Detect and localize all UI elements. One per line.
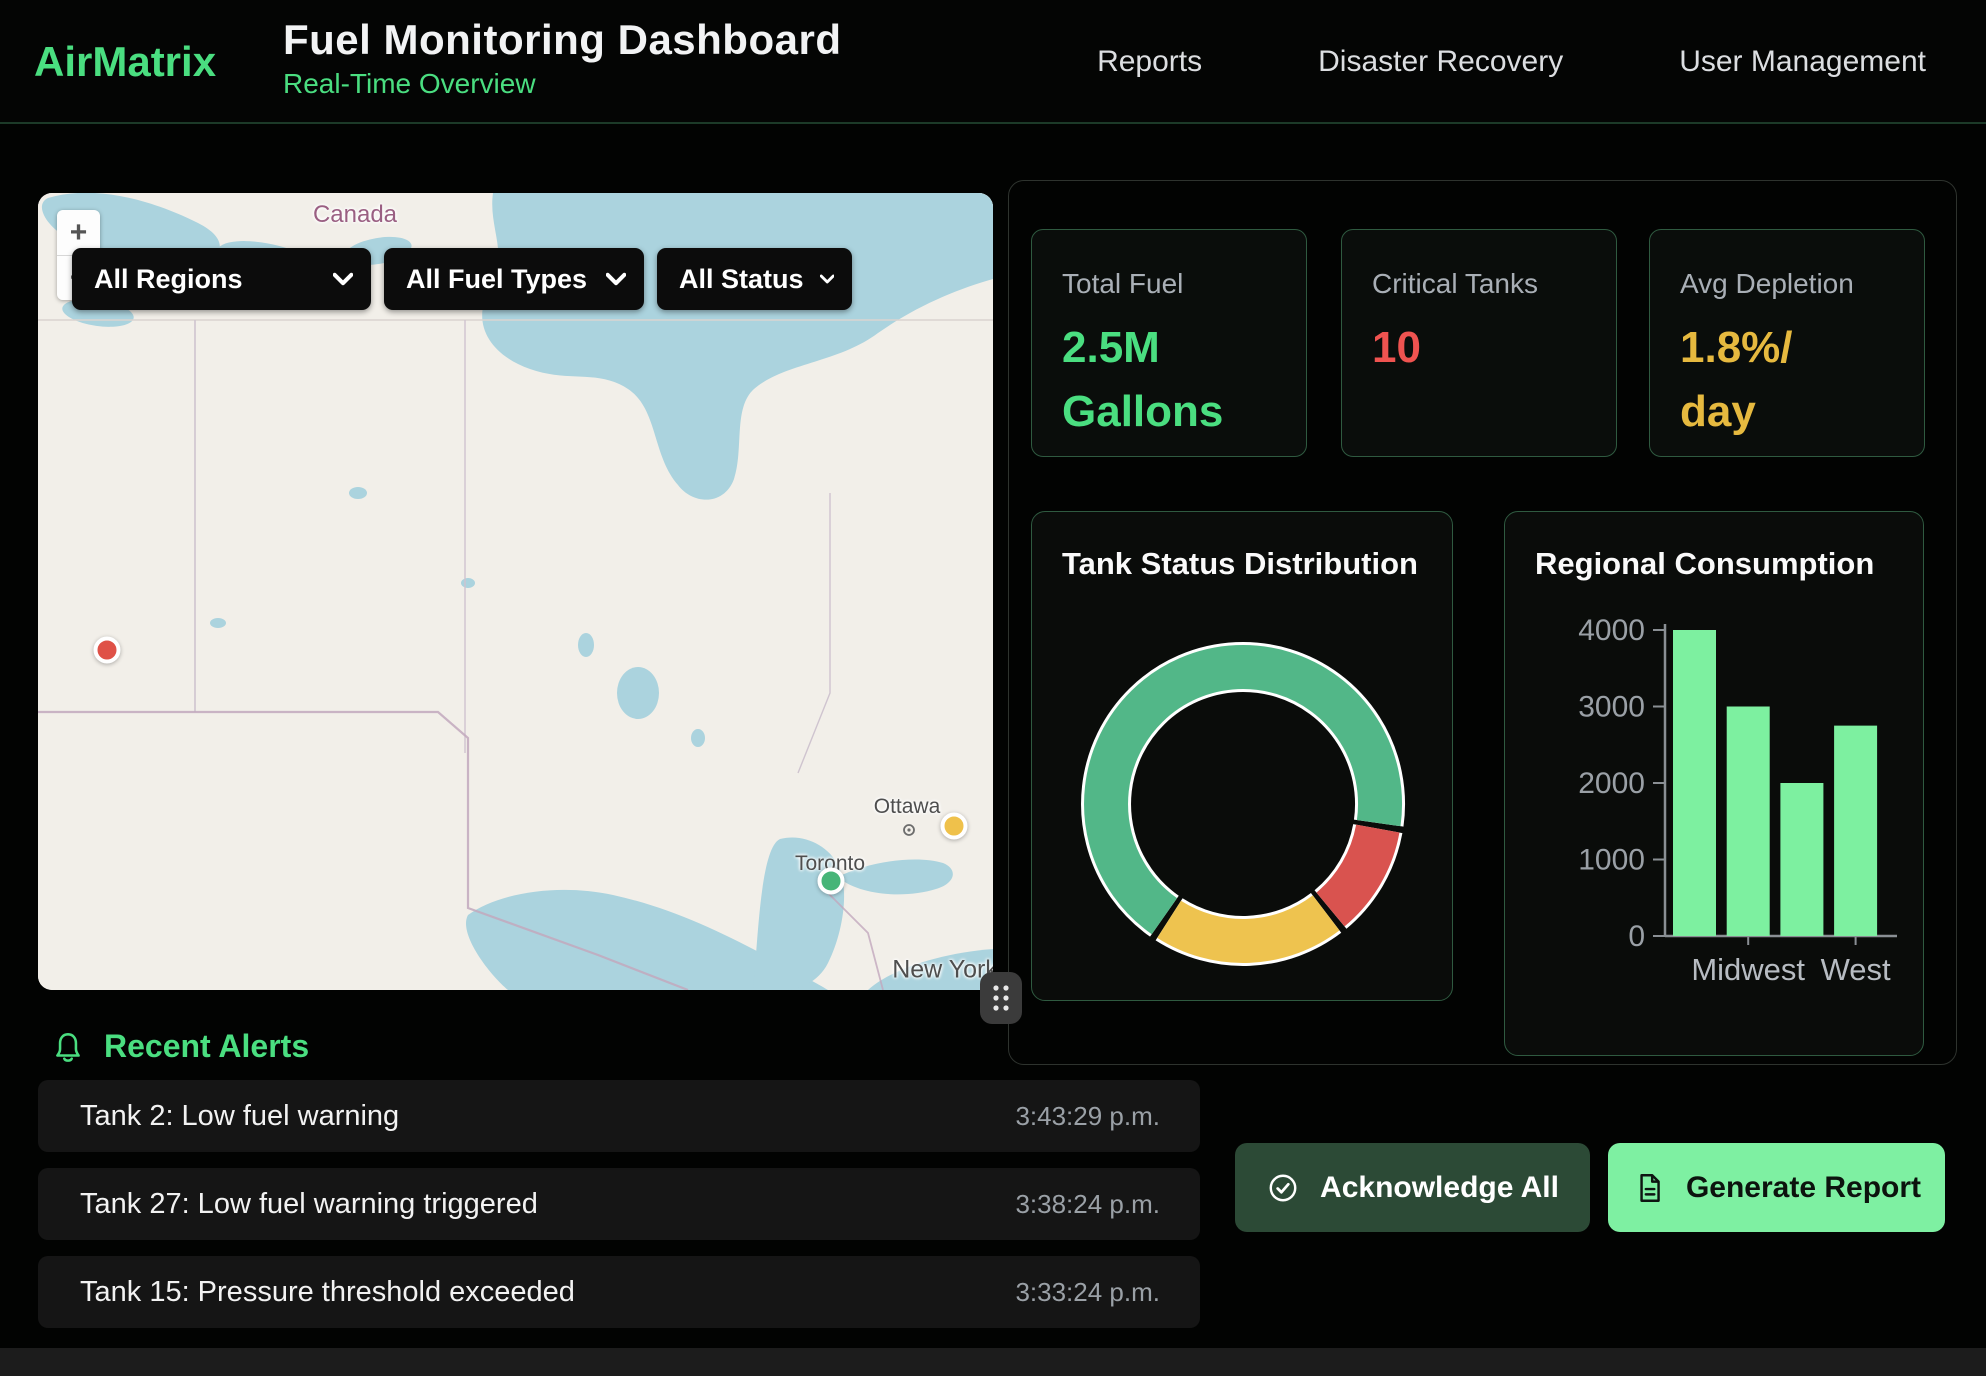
svg-text:0: 0	[1628, 920, 1645, 953]
chart-title: Tank Status Distribution	[1062, 546, 1418, 582]
stat-label: Critical Tanks	[1372, 268, 1586, 300]
alert-row[interactable]: Tank 2: Low fuel warning 3:43:29 p.m.	[38, 1080, 1200, 1152]
chevron-down-icon	[333, 272, 353, 286]
page-subtitle: Real-Time Overview	[283, 68, 841, 100]
map-water-lake	[349, 487, 367, 499]
dropdown-selected-value: All Regions	[94, 264, 243, 295]
fuel-map[interactable]: + − All Regions All Fuel Types All Statu…	[38, 193, 993, 990]
map-filter-dropdown[interactable]: All Regions	[72, 248, 371, 310]
generate-report-label: Generate Report	[1686, 1171, 1921, 1205]
nav-item[interactable]: Reports	[1097, 45, 1202, 79]
svg-text:1000: 1000	[1578, 844, 1645, 877]
fuel-monitoring-dashboard: AirMatrix Fuel Monitoring Dashboard Real…	[0, 0, 1986, 1376]
dropdown-selected-value: All Status	[679, 264, 804, 295]
alert-timestamp: 3:33:24 p.m.	[1015, 1277, 1160, 1308]
grip-dots-icon	[986, 979, 1016, 1017]
map-filter-dropdown[interactable]: All Status	[657, 248, 852, 310]
overview-panel: Total Fuel 2.5MGallons Critical Tanks 10…	[1008, 180, 1957, 1065]
map-place-label: Ottawa	[874, 795, 941, 819]
map-water-lake	[210, 618, 226, 628]
chevron-down-icon	[606, 272, 626, 286]
map-filter-dropdown[interactable]: All Fuel Types	[384, 248, 644, 310]
stat-value: 2.5MGallons	[1062, 316, 1276, 444]
map-place-label: Canada	[313, 201, 397, 229]
generate-report-button[interactable]: Generate Report	[1608, 1143, 1945, 1232]
title-block: Fuel Monitoring Dashboard Real-Time Over…	[283, 16, 841, 100]
tank-status-donut-chart	[1063, 624, 1423, 984]
map-marker[interactable]	[941, 813, 968, 840]
map-water-lake	[691, 729, 705, 747]
map-water-lake	[578, 633, 594, 657]
map-filter-bar: All Regions All Fuel Types All Status	[72, 248, 852, 310]
check-circle-icon	[1266, 1171, 1300, 1205]
acknowledge-all-button[interactable]: Acknowledge All	[1235, 1143, 1590, 1232]
svg-text:3000: 3000	[1578, 691, 1645, 724]
dropdown-selected-value: All Fuel Types	[406, 264, 587, 295]
svg-text:Midwest: Midwest	[1691, 952, 1805, 987]
svg-text:2000: 2000	[1578, 767, 1645, 800]
map-marker[interactable]	[94, 637, 121, 664]
alert-timestamp: 3:38:24 p.m.	[1015, 1189, 1160, 1220]
stat-card: Critical Tanks 10	[1341, 229, 1617, 457]
svg-text:West: West	[1821, 952, 1891, 987]
stat-value: 1.8%/day	[1680, 316, 1894, 444]
main-nav: Reports Disaster Recovery User Management	[1097, 0, 1926, 124]
alerts-header: Recent Alerts	[50, 1028, 309, 1065]
map-place-label: New York	[892, 956, 993, 985]
stat-card: Avg Depletion 1.8%/day	[1649, 229, 1925, 457]
regional-consumption-bar-chart: 0 1000 2000 3000 4000 Midwest West	[1505, 512, 1925, 1057]
alert-message: Tank 2: Low fuel warning	[80, 1100, 399, 1133]
acknowledge-all-label: Acknowledge All	[1320, 1171, 1559, 1205]
stat-card: Total Fuel 2.5MGallons	[1031, 229, 1307, 457]
map-marker[interactable]	[818, 868, 845, 895]
alerts-title: Recent Alerts	[104, 1028, 309, 1065]
map-water-lake	[617, 667, 659, 719]
nav-item[interactable]: Disaster Recovery	[1318, 45, 1563, 79]
regional-consumption-chart-card: Regional Consumption 01000200030004000Mi…	[1504, 511, 1924, 1056]
stat-label: Total Fuel	[1062, 268, 1276, 300]
bell-icon	[50, 1029, 86, 1065]
chevron-down-icon	[820, 272, 834, 286]
alert-message: Tank 15: Pressure threshold exceeded	[80, 1276, 575, 1309]
stat-label: Avg Depletion	[1680, 268, 1894, 300]
map-water-lake	[461, 578, 475, 588]
alert-row[interactable]: Tank 27: Low fuel warning triggered 3:38…	[38, 1168, 1200, 1240]
resize-grip-icon[interactable]	[980, 972, 1022, 1024]
page-title: Fuel Monitoring Dashboard	[283, 16, 841, 64]
footer-bar	[0, 1348, 1986, 1376]
top-header: AirMatrix Fuel Monitoring Dashboard Real…	[0, 0, 1986, 124]
svg-text:4000: 4000	[1578, 614, 1645, 647]
brand-logo: AirMatrix	[34, 38, 216, 86]
nav-item[interactable]: User Management	[1679, 45, 1926, 79]
tank-status-chart-card: Tank Status Distribution	[1031, 511, 1453, 1001]
document-icon	[1632, 1171, 1666, 1205]
alert-message: Tank 27: Low fuel warning triggered	[80, 1188, 538, 1221]
alert-row[interactable]: Tank 15: Pressure threshold exceeded 3:3…	[38, 1256, 1200, 1328]
alert-timestamp: 3:43:29 p.m.	[1015, 1101, 1160, 1132]
stat-value: 10	[1372, 316, 1586, 380]
city-dot-icon	[902, 823, 916, 837]
